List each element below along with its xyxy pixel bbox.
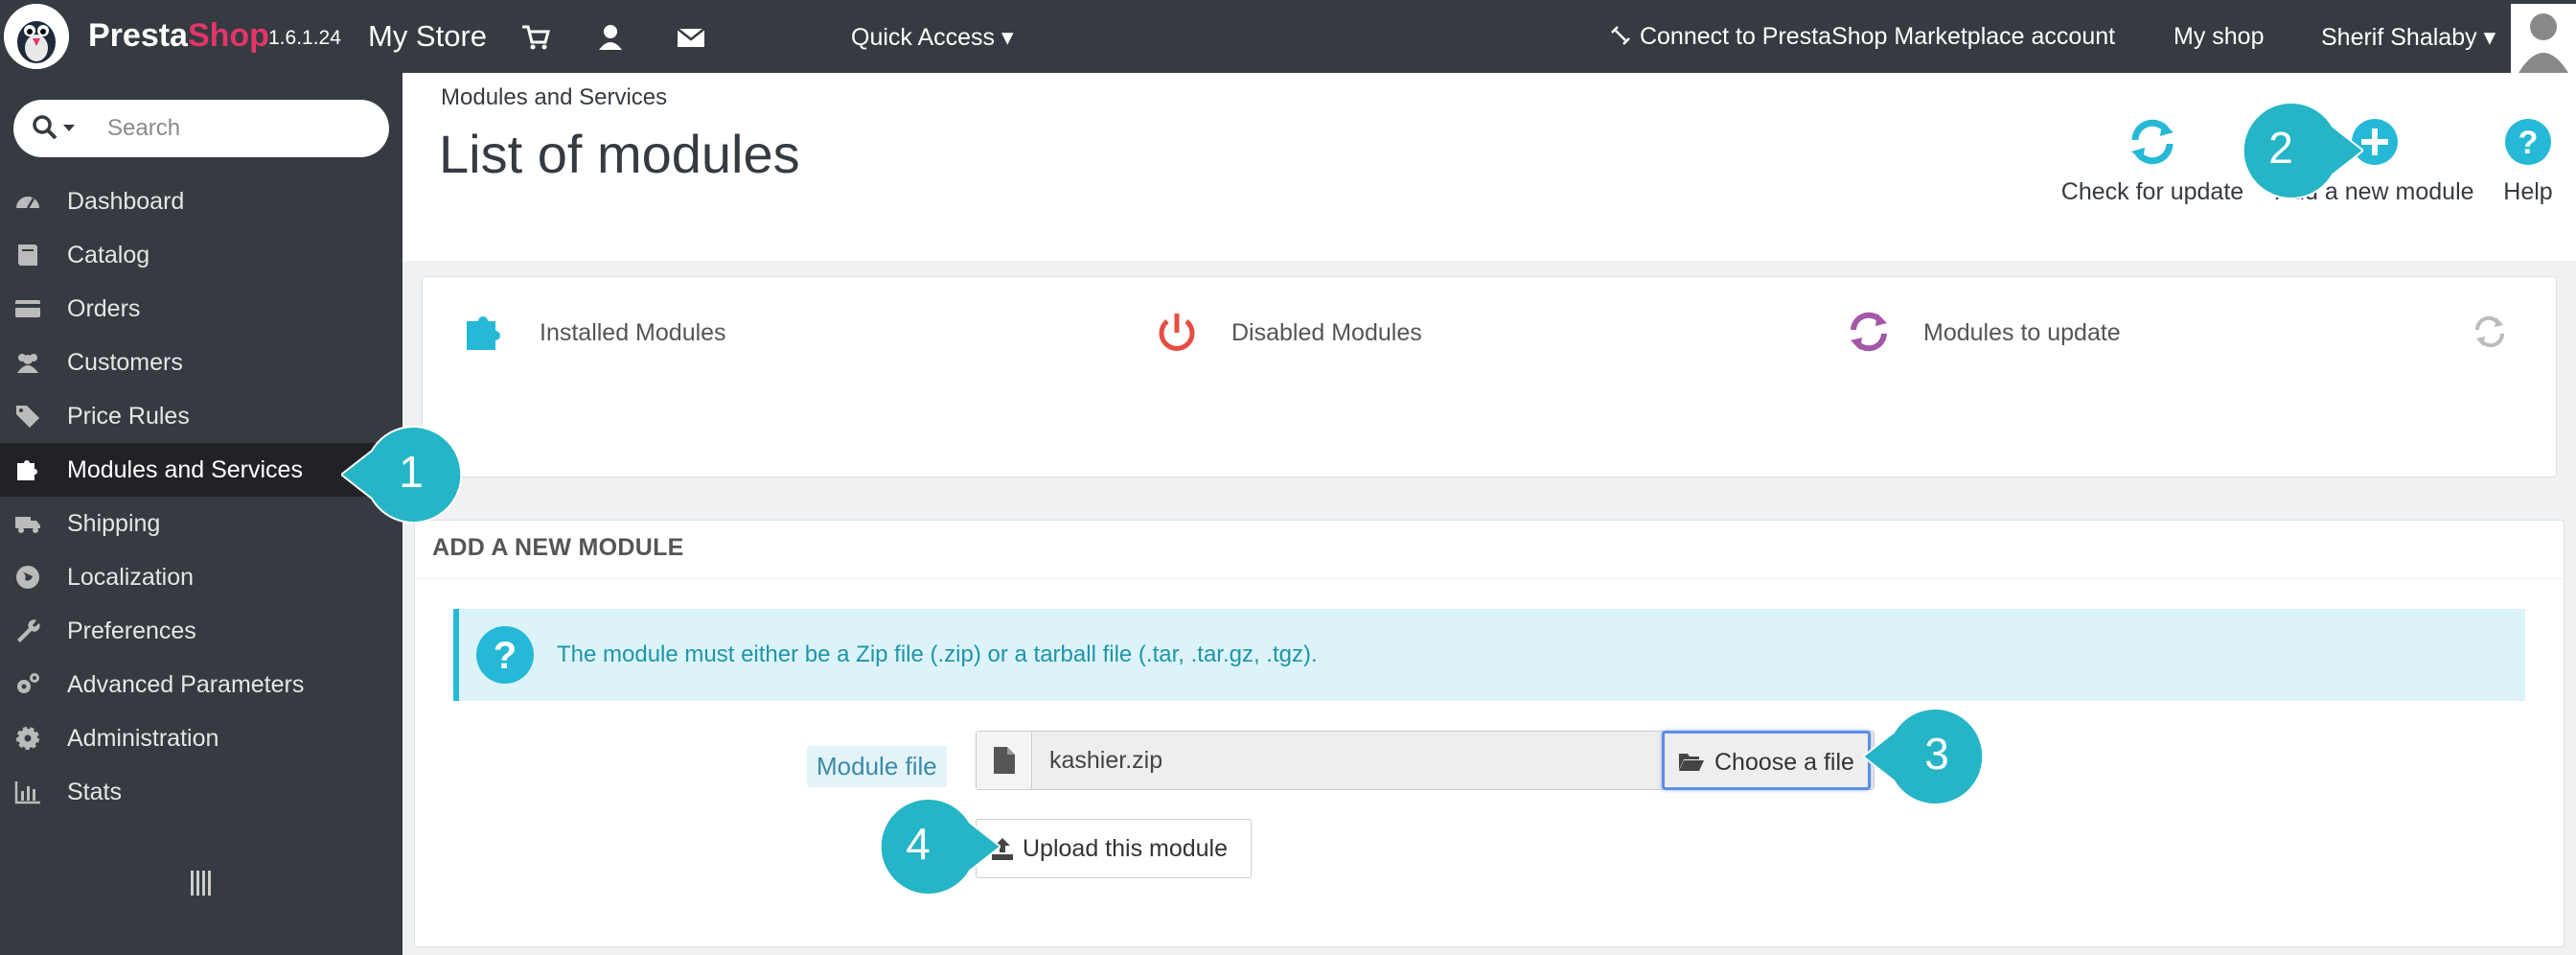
- folder-open-icon: [1679, 754, 1704, 771]
- sidebar-item-localization[interactable]: Localization: [0, 550, 402, 604]
- module-stats-panel: Installed Modules Disabled Modules Modul…: [422, 276, 2557, 478]
- credit-card-icon: [15, 300, 40, 317]
- connect-marketplace-link[interactable]: Connect to PrestaShop Marketplace accoun…: [1608, 23, 2115, 51]
- brand-name: PrestaShop: [88, 17, 269, 54]
- search-box[interactable]: Search: [13, 100, 389, 157]
- search-input[interactable]: Search: [107, 115, 180, 142]
- module-file-label: Module file: [807, 746, 947, 787]
- disabled-modules-label: Disabled Modules: [1231, 319, 1422, 346]
- check-update-label: Check for update: [2060, 178, 2244, 205]
- users-icon: [17, 354, 38, 373]
- power-icon: [1159, 314, 1195, 351]
- choose-file-label: Choose a file: [1714, 749, 1854, 776]
- wrench-icon: [17, 619, 40, 642]
- sidebar-item-dashboard[interactable]: Dashboard: [0, 175, 402, 228]
- callout-2: 2: [2229, 98, 2365, 203]
- svg-text:?: ?: [2518, 125, 2539, 161]
- cog-icon: [16, 727, 39, 750]
- sidebar-item-label: Administration: [67, 725, 219, 752]
- sidebar-item-preferences[interactable]: Preferences: [0, 604, 402, 658]
- sidebar-item-label: Modules and Services: [67, 456, 303, 483]
- unlink-icon: [1611, 26, 1630, 45]
- upload-module-button[interactable]: Upload this module: [976, 819, 1252, 878]
- sidebar-item-label: Stats: [67, 779, 122, 805]
- file-icon-addon: [977, 732, 1032, 789]
- sidebar-item-label: Preferences: [67, 617, 196, 644]
- version-label: 1.6.1.24: [268, 27, 341, 49]
- quick-access-dropdown[interactable]: Quick Access ▾: [851, 23, 1014, 52]
- callout-3: 3: [1861, 704, 1993, 809]
- sidebar-item-label: Advanced Parameters: [67, 671, 305, 698]
- sidebar-item-label: Price Rules: [67, 403, 190, 430]
- sidebar-item-label: Shipping: [67, 510, 161, 537]
- globe-icon: [16, 566, 39, 589]
- sidebar-item-label: Catalog: [67, 242, 150, 268]
- cogs-icon: [17, 673, 39, 693]
- sidebar-collapse-icon[interactable]: [190, 869, 213, 897]
- modules-to-update-label: Modules to update: [1923, 319, 2121, 346]
- bar-chart-icon: [14, 781, 40, 804]
- choose-file-button[interactable]: Choose a file: [1662, 731, 1871, 790]
- page-title: List of modules: [439, 124, 800, 184]
- envelope-icon[interactable]: [675, 21, 707, 54]
- store-name-link[interactable]: My Store: [368, 19, 487, 54]
- breadcrumb[interactable]: Modules and Services: [441, 84, 667, 111]
- sidebar-item-administration[interactable]: Administration: [0, 711, 402, 765]
- file-name-value: kashier.zip: [1049, 747, 1163, 774]
- check-update-button[interactable]: Check for update: [2058, 115, 2246, 206]
- question-circle-icon: ?: [2505, 119, 2551, 165]
- cart-icon[interactable]: [519, 21, 552, 54]
- dashboard-icon: [16, 197, 39, 209]
- file-icon: [994, 747, 1015, 774]
- sidebar-item-label: Orders: [67, 295, 141, 322]
- svg-text:?: ?: [494, 635, 517, 677]
- truck-icon: [15, 517, 40, 533]
- sidebar-item-catalog[interactable]: Catalog: [0, 228, 402, 282]
- sidebar-item-orders[interactable]: Orders: [0, 282, 402, 336]
- callout-4: 4: [866, 794, 1002, 899]
- help-label: Help: [2503, 178, 2553, 205]
- my-shop-link[interactable]: My shop: [2174, 23, 2264, 51]
- search-icon[interactable]: [31, 113, 79, 144]
- tags-icon: [16, 406, 39, 428]
- avatar[interactable]: [2511, 4, 2576, 73]
- question-circle-icon: ?: [476, 626, 534, 684]
- refresh-icon: [1851, 312, 1887, 352]
- puzzle-icon: [467, 315, 500, 350]
- prestashop-logo[interactable]: [4, 4, 69, 69]
- installed-modules-label: Installed Modules: [540, 319, 726, 346]
- puzzle-icon: [17, 460, 37, 480]
- sidebar-item-label: Customers: [67, 349, 183, 376]
- sidebar-item-stats[interactable]: Stats: [0, 765, 402, 819]
- info-alert: ? The module must either be a Zip file (…: [453, 609, 2525, 701]
- info-text: The module must either be a Zip file (.z…: [557, 641, 1318, 667]
- refresh-icon[interactable]: [2472, 314, 2508, 350]
- caret-down-icon: ▾: [2483, 24, 2496, 51]
- sidebar-item-label: Dashboard: [67, 188, 185, 215]
- customer-icon[interactable]: [594, 21, 627, 54]
- help-button[interactable]: ? Help: [2499, 115, 2557, 206]
- callout-1: 1: [339, 422, 463, 527]
- upload-module-label: Upload this module: [1023, 835, 1229, 862]
- refresh-icon: [2131, 119, 2174, 165]
- book-icon: [18, 245, 37, 266]
- panel-heading: ADD A NEW MODULE: [432, 534, 684, 561]
- sidebar-item-label: Localization: [67, 564, 195, 591]
- caret-down-icon: ▾: [1001, 24, 1014, 51]
- divider: [415, 578, 2564, 579]
- user-menu[interactable]: Sherif Shalaby ▾: [2321, 23, 2496, 52]
- sidebar-item-advanced-parameters[interactable]: Advanced Parameters: [0, 658, 402, 711]
- sidebar-item-customers[interactable]: Customers: [0, 336, 402, 389]
- top-bar: PrestaShop 1.6.1.24 My Store Quick Acces…: [0, 0, 2576, 73]
